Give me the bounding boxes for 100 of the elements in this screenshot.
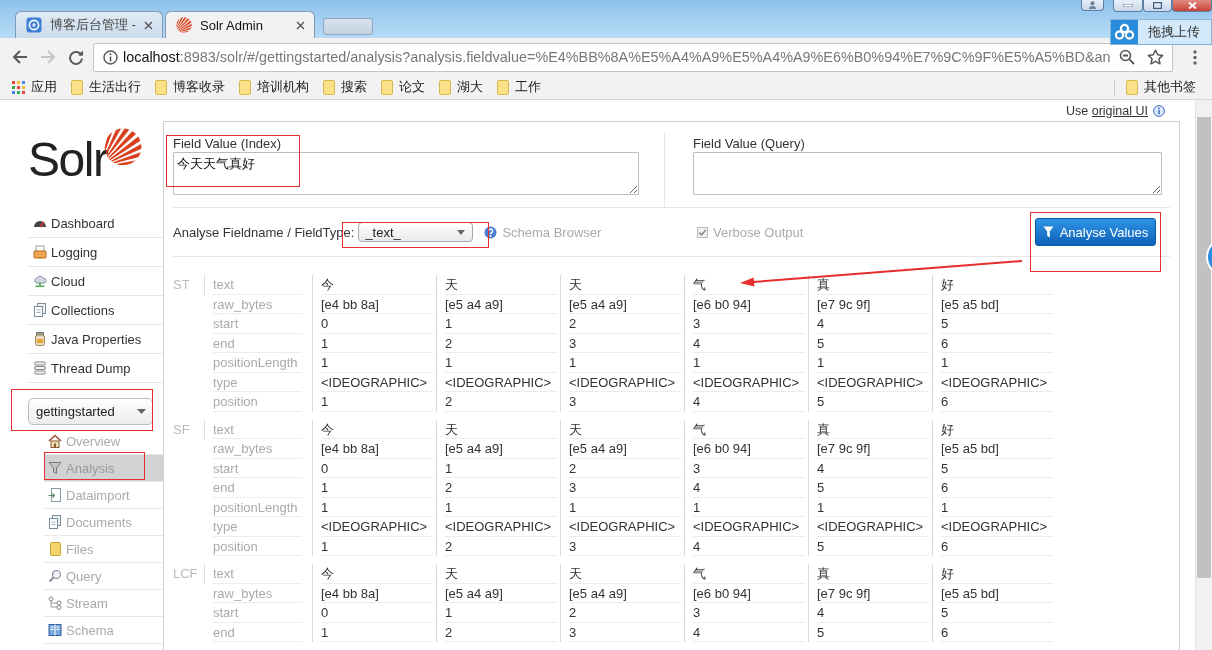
token-cell: <IDEOGRAPHIC>	[569, 517, 681, 537]
minimize-button[interactable]	[1113, 0, 1143, 12]
apps-grid-icon	[12, 81, 25, 94]
token-cell: 3	[569, 392, 681, 412]
browser-tab[interactable]: Solr Admin	[165, 11, 315, 38]
info-icon	[1153, 104, 1165, 117]
token-cell: 2	[569, 458, 681, 478]
folder-icon	[1126, 80, 1138, 95]
query-value-field[interactable]	[693, 152, 1162, 195]
folder-icon	[239, 80, 251, 95]
cloud-upload-icon	[1111, 20, 1138, 44]
attribute-label: positionLength	[213, 497, 302, 517]
other-bookmarks-link[interactable]: 其他书签	[1114, 79, 1196, 96]
inbox-tray-icon	[33, 245, 47, 259]
attribute-label: type	[213, 372, 302, 392]
sidebar-link[interactable]: Java Properties	[28, 325, 163, 354]
attribute-label: raw_bytes	[213, 583, 302, 603]
upload-button[interactable]: 拖拽上传	[1110, 19, 1212, 45]
nodes-icon	[48, 596, 62, 610]
token-cell: 3	[693, 458, 805, 478]
scrollbar-thumb[interactable]	[1197, 117, 1211, 578]
info-icon	[103, 49, 118, 65]
attribute-label: end	[213, 333, 302, 353]
caret-icon	[137, 409, 146, 414]
sidebar-link[interactable]: Logging	[28, 238, 163, 267]
scrollbar[interactable]	[1195, 100, 1212, 650]
fieldtype-select[interactable]: _text_	[358, 222, 474, 242]
documents-icon	[33, 303, 47, 317]
bookmark-link[interactable]: 博客收录	[155, 79, 225, 96]
token-cell: 4	[817, 603, 929, 623]
documents-icon	[48, 515, 62, 529]
close-icon	[1187, 2, 1197, 9]
close-icon	[144, 20, 153, 30]
verbose-checkbox[interactable]	[697, 226, 708, 238]
analyse-values-button[interactable]: Analyse Values	[1035, 218, 1156, 246]
bookmark-link[interactable]: 论文	[381, 79, 425, 96]
attribute-label: position	[213, 536, 302, 556]
close-icon	[296, 20, 305, 30]
token-cell: 3	[693, 314, 805, 334]
token-cell: 5	[817, 478, 929, 498]
token-cell: 2	[569, 314, 681, 334]
funnel-icon	[48, 461, 62, 475]
token-cell: 1	[321, 536, 433, 556]
address-field[interactable]: localhost:8983/solr/#/gettingstarted/analysis?analysis.fieldvalue=%E4%BB%8A%E5%A4%A9%E5%A4%A9%E6%B0%94%E7%9C%9F%E5%A5%BD&an	[93, 42, 1173, 72]
browser-tab[interactable]: 博客后台管理 -	[15, 11, 163, 38]
token-cell: 5	[941, 603, 1053, 623]
token-cell: 1	[321, 392, 433, 412]
token-cell: 今	[321, 275, 433, 295]
token-cell: 0	[321, 314, 433, 334]
bookmark-link[interactable]: 工作	[497, 79, 541, 96]
original-ui-link[interactable]: original UI	[1091, 103, 1148, 118]
new-tab-button[interactable]	[323, 18, 373, 35]
sidebar-link[interactable]: Thread Dump	[28, 354, 163, 383]
token-cell: [e5 a5 bd]	[941, 294, 1053, 314]
token-cell: 5	[817, 536, 929, 556]
token-cell: [e7 9c 9f]	[817, 583, 929, 603]
index-value-field[interactable]: 今天天气真好	[173, 152, 639, 195]
funnel-icon	[1042, 226, 1054, 238]
attribute-label: start	[213, 603, 302, 623]
core-selector[interactable]: gettingstarted	[28, 398, 153, 425]
account-button[interactable]	[1081, 0, 1104, 11]
token-cell: 5	[817, 333, 929, 353]
token-cell: 天	[569, 419, 681, 439]
stage-label: SF	[173, 419, 205, 439]
bookmark-link[interactable]: 湖大	[439, 79, 483, 96]
token-cell: [e5 a4 a9]	[569, 439, 681, 459]
token-cell: [e5 a5 bd]	[941, 439, 1053, 459]
folder-icon	[48, 542, 62, 556]
token-cell: 真	[817, 419, 929, 439]
bookmark-link[interactable]: 培训机构	[239, 79, 309, 96]
folder-icon	[71, 80, 83, 95]
sidebar-link[interactable]: Collections	[28, 296, 163, 325]
cloud-icon	[33, 274, 47, 288]
token-cell: 6	[941, 478, 1053, 498]
token-cell: 今	[321, 564, 433, 584]
bookmark-link[interactable]: 搜索	[323, 79, 367, 96]
sidebar-link[interactable]: Dashboard	[28, 209, 163, 238]
token-cell: 天	[569, 275, 681, 295]
menu-icon[interactable]	[1193, 49, 1197, 65]
token-cell: 3	[693, 603, 805, 623]
attribute-label: end	[213, 622, 302, 642]
token-cell: 1	[445, 314, 557, 334]
close-window-button[interactable]	[1172, 0, 1212, 12]
token-cell: 好	[941, 419, 1053, 439]
sidebar-link[interactable]: Cloud	[28, 267, 163, 296]
token-cell: 1	[817, 497, 929, 517]
attribute-label: text	[213, 275, 302, 295]
token-cell: [e5 a4 a9]	[569, 294, 681, 314]
bookmark-link[interactable]: 生活出行	[71, 79, 141, 96]
book-icon	[48, 623, 62, 637]
maximize-icon	[1153, 2, 1162, 9]
maximize-button[interactable]	[1143, 0, 1172, 12]
ui-switch-note: Use original UI	[1066, 103, 1148, 118]
token-cell: 0	[321, 458, 433, 478]
token-cell: 气	[693, 564, 805, 584]
token-cell: 真	[817, 275, 929, 295]
token-cell: 1	[321, 353, 433, 373]
token-cell: 1	[445, 353, 557, 373]
bookmark-link[interactable]: 应用	[12, 79, 57, 96]
token-cell: 1	[569, 497, 681, 517]
